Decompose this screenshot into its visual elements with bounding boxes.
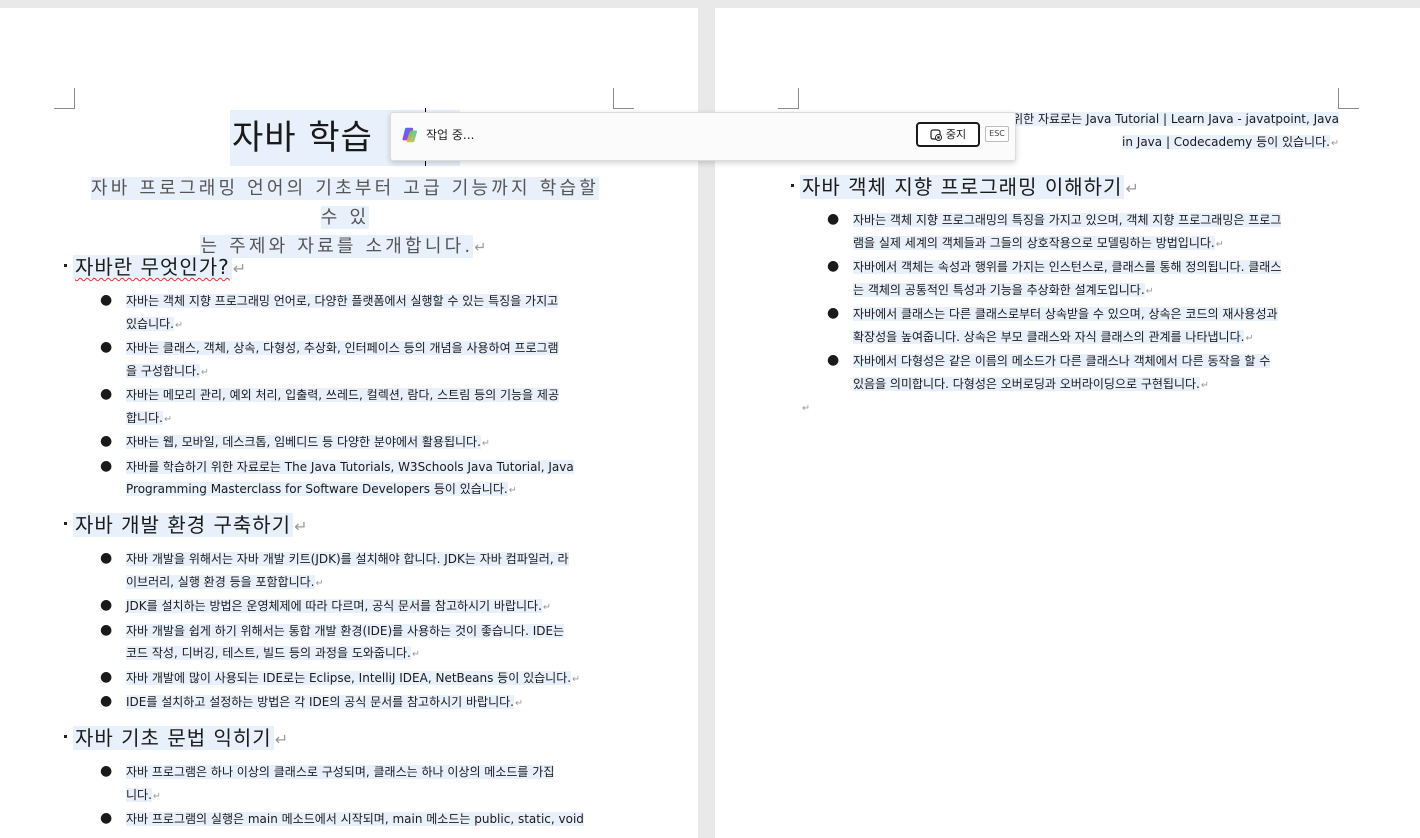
list-item[interactable]: ● 자바는 객체 지향 프로그래밍의 특징을 가지고 있으며, 객체 지향 프로그… — [827, 209, 1339, 256]
heading-text: 자바 개발 환경 구축하기 — [73, 513, 294, 537]
bullet-icon: ● — [100, 668, 113, 685]
bullet-icon: ● — [100, 386, 113, 402]
bullet-icon: ● — [100, 621, 113, 638]
bullet-icon: ● — [100, 457, 113, 474]
list-item[interactable]: ● 자바는 클래스, 객체, 상속, 다형성, 추상화, 인터페이스 등의 개념을… — [100, 337, 613, 384]
section-heading[interactable]: 자바란 무엇인가? ↵ — [64, 252, 247, 284]
list-item[interactable]: ● 자바에서 다형성은 같은 이름의 메소드가 다른 클래스나 객체에서 다른 동… — [827, 350, 1339, 397]
paragraph-mark-icon: ↵ — [232, 259, 248, 278]
bullet-icon: ● — [827, 211, 840, 227]
paragraph-mark-icon: ↵ — [411, 649, 420, 660]
list-item[interactable]: ● 자바 개발을 쉽게 하기 위해서는 통합 개발 환경(IDE)를 사용하는 것… — [100, 620, 613, 667]
list-item[interactable]: ● 자바 프로그램의 실행은 main 메소드에서 시작되며, main 메소드는… — [100, 808, 613, 831]
paragraph-mark-icon: ↵ — [174, 319, 184, 331]
heading-text: 자바 기초 문법 익히기 — [73, 726, 274, 750]
bullet-icon: ● — [100, 810, 113, 826]
paragraph-mark-icon: ↵ — [802, 403, 811, 414]
paragraph-mark-icon: ↵ — [294, 517, 309, 536]
margin-crop-mark — [613, 88, 634, 109]
bullet-icon: ● — [827, 352, 840, 368]
copilot-logo-icon — [402, 127, 418, 143]
list-item[interactable]: ● 자바 개발에 많이 사용되는 IDE로는 Eclipse, IntelliJ … — [100, 667, 613, 692]
heading-text: 자바 객체 지향 프로그래밍 이해하기 — [800, 175, 1125, 199]
section-heading[interactable]: 자바 개발 환경 구축하기 ↵ — [64, 510, 308, 542]
paragraph-mark-icon: ↵ — [163, 413, 172, 425]
heading-marker-icon — [64, 735, 67, 738]
bullet-icon: ● — [100, 550, 113, 566]
section-heading[interactable]: 자바 기초 문법 익히기 ↵ — [64, 723, 289, 755]
paragraph-mark-icon: ↵ — [200, 366, 209, 378]
paragraph-mark-icon: ↵ — [274, 730, 290, 749]
bullet-icon: ● — [100, 597, 113, 613]
margin-crop-mark — [54, 88, 75, 109]
paragraph-mark-icon: ↵ — [1200, 379, 1209, 391]
copilot-progress-bar: 작업 중... 중지 ESC — [390, 112, 1016, 161]
list-item[interactable]: ● 자바는 객체 지향 프로그래밍 언어로, 다양한 플랫폼에서 실행할 수 있는… — [100, 290, 613, 337]
bullet-icon: ● — [100, 433, 113, 449]
margin-crop-mark — [1338, 88, 1359, 109]
continued-paragraph[interactable]: 위한 자료로는 Java Tutorial | Learn Java - jav… — [995, 108, 1339, 155]
paragraph-mark-icon: ↵ — [152, 790, 161, 802]
heading-text: 자바란 무엇인가? — [75, 255, 230, 279]
bullet-list: ● 자바는 객체 지향 프로그래밍의 특징을 가지고 있으며, 객체 지향 프로그… — [827, 209, 1339, 397]
paragraph-mark-icon: ↵ — [1145, 285, 1154, 297]
section-heading[interactable]: 자바 객체 지향 프로그래밍 이해하기 ↵ — [791, 172, 1140, 204]
bullet-icon: ● — [100, 763, 113, 779]
bullet-list: ● 자바 개발을 위해서는 자바 개발 키트(JDK)를 설치해야 합니다. JD… — [100, 548, 613, 716]
list-item[interactable]: ● 자바는 메모리 관리, 예외 처리, 입출력, 쓰레드, 컬렉션, 람다, 스… — [100, 384, 613, 431]
list-item[interactable]: ● IDE를 설치하고 설정하는 방법은 각 IDE의 공식 문서를 참고하시기 … — [100, 691, 613, 716]
heading-marker-icon — [791, 184, 794, 187]
bullet-list: ● 자바는 객체 지향 프로그래밍 언어로, 다양한 플랫폼에서 실행할 수 있는… — [100, 290, 613, 503]
bullet-icon: ● — [100, 339, 113, 355]
bullet-icon: ● — [100, 693, 113, 709]
bullet-icon: ● — [827, 305, 840, 321]
document-subtitle[interactable]: 자바 프로그래밍 언어의 기초부터 고급 기능까지 학습할 수 있 는 주제와 … — [80, 174, 610, 263]
esc-key-hint: ESC — [985, 126, 1009, 142]
paragraph-mark-icon: ↵ — [1245, 332, 1254, 344]
list-item[interactable]: ● 자바에서 클래스는 다른 클래스로부터 상속받을 수 있으며, 상속은 코드의… — [827, 303, 1339, 350]
bullet-list: ● 자바 프로그램은 하나 이상의 클래스로 구성되며, 클래스는 하나 이상의 … — [100, 761, 613, 831]
list-item[interactable]: ● JDK를 설치하는 방법은 운영체제에 따라 다르며, 공식 문서를 참고하시… — [100, 595, 613, 620]
empty-paragraph-mark[interactable]: ↵ — [801, 400, 810, 414]
list-item[interactable]: ● 자바를 학습하기 위한 자료로는 The Java Tutorials, W3… — [100, 456, 613, 503]
subtitle-line: 자바 프로그래밍 언어의 기초부터 고급 기능까지 학습할 수 있 — [90, 177, 599, 229]
list-item[interactable]: ● 자바에서 객체는 속성과 행위를 가지는 인스턴스로, 클래스를 통해 정의됩… — [827, 256, 1339, 303]
paragraph-mark-icon: ↵ — [474, 240, 490, 256]
bullet-icon: ● — [827, 258, 840, 274]
margin-crop-mark — [778, 88, 799, 109]
list-item[interactable]: ● 자바 개발을 위해서는 자바 개발 키트(JDK)를 설치해야 합니다. JD… — [100, 548, 613, 595]
paragraph-mark-icon: ↵ — [1330, 137, 1339, 149]
paragraph-mark-icon: ↵ — [315, 577, 324, 589]
heading-marker-icon — [64, 522, 67, 525]
paragraph-mark-icon: ↵ — [572, 673, 581, 685]
list-item[interactable]: ● 자바는 웹, 모바일, 데스크톱, 임베디드 등 다양한 분야에서 활용됩니다… — [100, 431, 613, 456]
stop-icon — [930, 128, 942, 141]
list-item[interactable]: ● 자바 프로그램은 하나 이상의 클래스로 구성되며, 클래스는 하나 이상의 … — [100, 761, 613, 808]
heading-marker-icon — [64, 264, 67, 267]
bullet-icon: ● — [100, 292, 113, 308]
paragraph-mark-icon: ↵ — [1215, 238, 1224, 250]
paragraph-mark-icon: ↵ — [481, 438, 490, 449]
paragraph-mark-icon: ↵ — [1125, 179, 1140, 198]
stop-button[interactable]: 중지 — [916, 122, 980, 147]
paragraph-mark-icon: ↵ — [515, 698, 524, 709]
copilot-status-text: 작업 중... — [426, 128, 475, 142]
paragraph-mark-icon: ↵ — [508, 485, 517, 496]
stop-button-label: 중지 — [945, 128, 967, 141]
paragraph-mark-icon: ↵ — [542, 602, 551, 613]
